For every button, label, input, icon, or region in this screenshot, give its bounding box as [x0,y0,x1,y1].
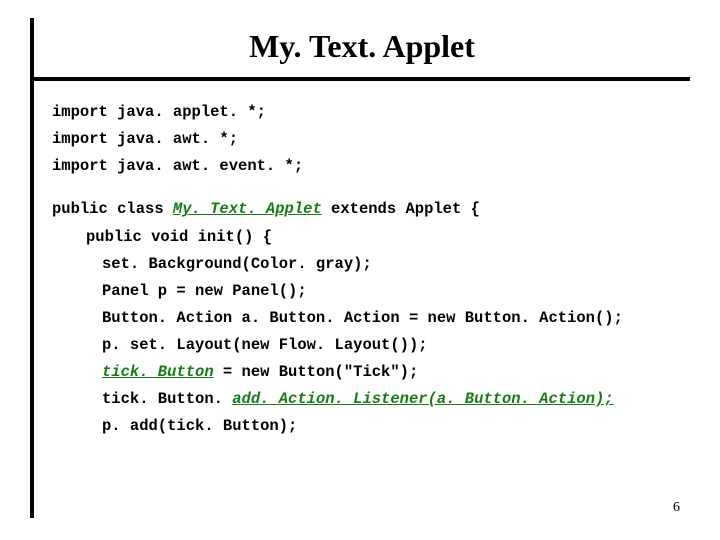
code-line: p. add(tick. Button); [52,413,690,440]
highlight-text: My. Text. Applet [173,200,322,218]
code-text: public class [52,200,173,218]
code-text: extends Applet { [322,200,480,218]
code-line: import java. awt. event. *; [52,153,690,180]
code-line: public class My. Text. Applet extends Ap… [52,196,690,223]
code-line: Button. Action a. Button. Action = new B… [52,305,690,332]
blank-line [52,180,690,196]
code-line: tick. Button. add. Action. Listener(a. B… [52,386,690,413]
code-line: import java. awt. *; [52,126,690,153]
vertical-rule [30,18,34,518]
highlight-text: add. Action. Listener(a. Button. Action)… [232,390,613,408]
code-line: p. set. Layout(new Flow. Layout()); [52,332,690,359]
code-line: set. Background(Color. gray); [52,251,690,278]
code-text: tick. Button. [102,390,232,408]
code-line: public void init() { [52,224,690,251]
slide-title: My. Text. Applet [34,18,690,77]
code-block: import java. applet. *; import java. awt… [30,81,690,441]
code-line: import java. applet. *; [52,99,690,126]
code-line: tick. Button = new Button("Tick"); [52,359,690,386]
page-number: 6 [673,500,680,516]
code-text: = new Button("Tick"); [214,363,419,381]
slide: My. Text. Applet import java. applet. *;… [30,18,690,518]
highlight-text: tick. Button [102,363,214,381]
code-line: Panel p = new Panel(); [52,278,690,305]
